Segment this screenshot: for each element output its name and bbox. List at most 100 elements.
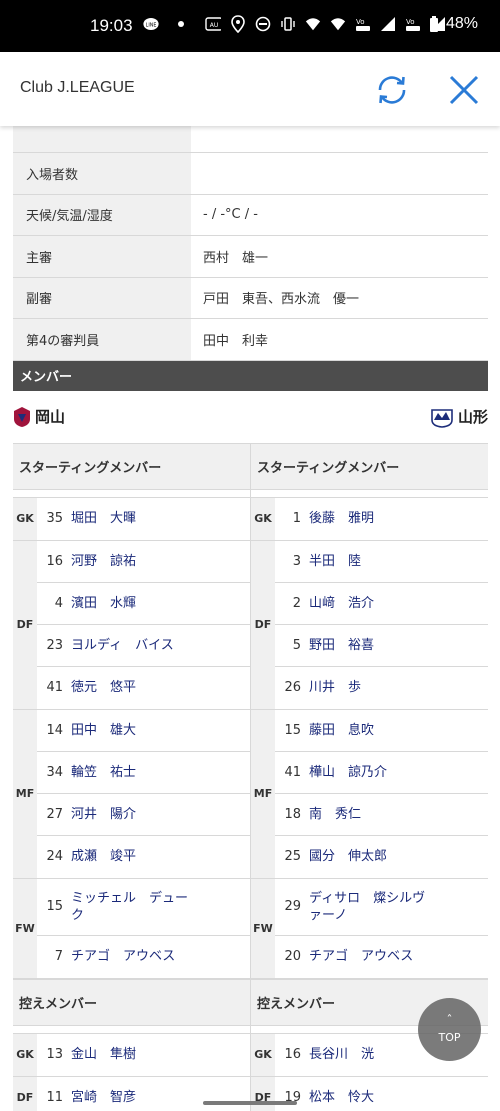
- player-number: 41: [46, 680, 63, 695]
- info-row: 第4の審判員 田中 利幸: [13, 319, 488, 361]
- player-name-link[interactable]: 山﨑 浩介: [309, 595, 429, 612]
- position-label: DF: [13, 540, 37, 709]
- player-row: 35 堀田 大暉: [37, 498, 250, 540]
- player-name-link[interactable]: 堀田 大暉: [71, 510, 191, 527]
- player-name-link[interactable]: 樺山 諒乃介: [309, 764, 429, 781]
- player-name-link[interactable]: 後藤 雅明: [309, 510, 429, 527]
- player-number: 13: [46, 1047, 63, 1062]
- player-row: 14 田中 雄大: [37, 710, 250, 752]
- player-number: 16: [284, 1047, 301, 1062]
- player-row: 41 樺山 諒乃介: [275, 752, 488, 794]
- vibrate-icon: [280, 16, 296, 32]
- away-team[interactable]: 山形: [430, 406, 488, 428]
- player-name-link[interactable]: 宮崎 智彦: [71, 1089, 191, 1106]
- player-name-link[interactable]: 金山 隼樹: [71, 1046, 191, 1063]
- reload-button[interactable]: [373, 71, 411, 109]
- position-group: FW 15 ミッチェル デューク 7 チアゴ アウベス: [13, 878, 250, 979]
- player-name-link[interactable]: 長谷川 洸: [309, 1046, 429, 1063]
- position-label: DF: [251, 540, 275, 709]
- info-value: 戸田 東吾、西水流 優一: [203, 292, 360, 308]
- player-name-link[interactable]: 成瀬 竣平: [71, 848, 191, 865]
- home-subs-column: 控えメンバー GK 13 金山 隼樹 DF 11 宮崎 智彦: [13, 979, 250, 1111]
- player-row: 26 川井 歩: [275, 667, 488, 709]
- scroll-top-label: TOP: [438, 1031, 461, 1044]
- player-row: 19 松本 怜大: [275, 1077, 488, 1111]
- player-number: 35: [46, 511, 63, 526]
- position-group: GK 1 後藤 雅明: [251, 497, 488, 541]
- away-starting-title: スターティングメンバー: [251, 443, 488, 490]
- gesture-handle[interactable]: [203, 1101, 297, 1105]
- info-row: 入場者数: [13, 153, 488, 195]
- player-row: 20 チアゴ アウベス: [275, 936, 488, 978]
- player-number: 41: [284, 764, 301, 780]
- app-bar: Club J.LEAGUE: [0, 52, 500, 126]
- info-row: [13, 126, 488, 153]
- player-row: 29 ディサロ 燦シルヴァーノ: [275, 879, 488, 936]
- player-name-link[interactable]: 南 秀仁: [309, 806, 429, 823]
- position-group: FW 29 ディサロ 燦シルヴァーノ 20 チアゴ アウベス: [251, 878, 488, 979]
- volte1-icon: Vo: [355, 16, 371, 32]
- player-number: 1: [292, 511, 301, 526]
- player-name-link[interactable]: 濱田 水輝: [71, 595, 191, 612]
- player-name-link[interactable]: チアゴ アウベス: [71, 948, 191, 965]
- player-name-link[interactable]: ミッチェル デューク: [71, 890, 191, 924]
- close-button[interactable]: [445, 71, 483, 109]
- player-number: 15: [46, 899, 63, 914]
- player-name-link[interactable]: 川井 歩: [309, 679, 429, 696]
- player-number: 18: [284, 806, 301, 822]
- player-name-link[interactable]: 輪笠 祐士: [71, 764, 191, 781]
- player-number: 3: [292, 553, 301, 569]
- player-number: 7: [54, 949, 63, 964]
- player-name-link[interactable]: 松本 怜大: [309, 1089, 429, 1106]
- position-label: GK: [13, 1033, 37, 1076]
- player-number: 29: [284, 899, 301, 914]
- info-value: [191, 126, 488, 152]
- player-name-link[interactable]: チアゴ アウベス: [309, 948, 429, 965]
- svg-text:Vo: Vo: [356, 18, 365, 26]
- position-label: FW: [13, 878, 37, 978]
- player-name-link[interactable]: 田中 雄大: [71, 722, 191, 739]
- position-label: MF: [251, 709, 275, 878]
- sub-lineups: 控えメンバー GK 13 金山 隼樹 DF 11 宮崎 智彦 控えメンバー GK 16 長谷川…: [13, 978, 488, 1111]
- player-number: 20: [284, 949, 301, 964]
- info-label: 主審: [13, 236, 191, 277]
- volte2-icon: Vo: [405, 16, 421, 32]
- player-number: 4: [54, 595, 63, 611]
- members-header: メンバー: [13, 360, 488, 391]
- player-number: 14: [46, 722, 63, 738]
- app-title: Club J.LEAGUE: [20, 79, 135, 96]
- player-name-link[interactable]: ヨルディ バイス: [71, 637, 191, 654]
- away-starting-column: スターティングメンバー GK 1 後藤 雅明 DF 3 半田 陸 2 山﨑 浩介 5 野田 裕喜 2…: [250, 443, 488, 979]
- player-row: 15 藤田 息吹: [275, 710, 488, 752]
- match-detail: 入場者数 天候/気温/湿度 - / -°C / - 主審 西村 雄一 副審 戸田 東吾、西水…: [13, 126, 488, 1111]
- status-time: 19:03: [90, 16, 133, 35]
- info-row: 副審 戸田 東吾、西水流 優一: [13, 277, 488, 319]
- player-name-link[interactable]: 河野 諒祐: [71, 553, 191, 570]
- player-row: 27 河井 陽介: [37, 794, 250, 836]
- teams-row: 岡山 山形: [13, 391, 488, 443]
- wifi-icon: [305, 16, 321, 32]
- match-info-table: 入場者数 天候/気温/湿度 - / -°C / - 主審 西村 雄一 副審 戸田 東吾、西水…: [13, 126, 488, 361]
- info-value: - / -°C / -: [203, 207, 258, 223]
- position-label: DF: [13, 1076, 37, 1111]
- player-number: 5: [292, 637, 301, 653]
- home-team[interactable]: 岡山: [13, 406, 65, 428]
- line-icon: LINE: [143, 16, 159, 32]
- player-row: 15 ミッチェル デューク: [37, 879, 250, 936]
- player-name-link[interactable]: 半田 陸: [309, 553, 429, 570]
- player-number: 26: [284, 680, 301, 695]
- player-row: 7 チアゴ アウベス: [37, 936, 250, 978]
- player-name-link[interactable]: 河井 陽介: [71, 806, 191, 823]
- player-name-link[interactable]: 徳元 悠平: [71, 679, 191, 696]
- player-name-link[interactable]: 野田 裕喜: [309, 637, 429, 654]
- info-row: 天候/気温/湿度 - / -°C / -: [13, 194, 488, 236]
- position-label: FW: [251, 878, 275, 978]
- scroll-top-button[interactable]: ˆ TOP: [418, 998, 481, 1061]
- player-name-link[interactable]: ディサロ 燦シルヴァーノ: [309, 890, 429, 924]
- away-team-name: 山形: [457, 408, 488, 426]
- player-name-link[interactable]: 國分 伸太郎: [309, 848, 429, 865]
- svg-text:Vo: Vo: [406, 18, 415, 26]
- player-name-link[interactable]: 藤田 息吹: [309, 722, 429, 739]
- position-group: MF 14 田中 雄大 34 輪笠 祐士 27 河井 陽介 24 成瀬 竣平: [13, 709, 250, 879]
- player-number: 11: [46, 1090, 63, 1105]
